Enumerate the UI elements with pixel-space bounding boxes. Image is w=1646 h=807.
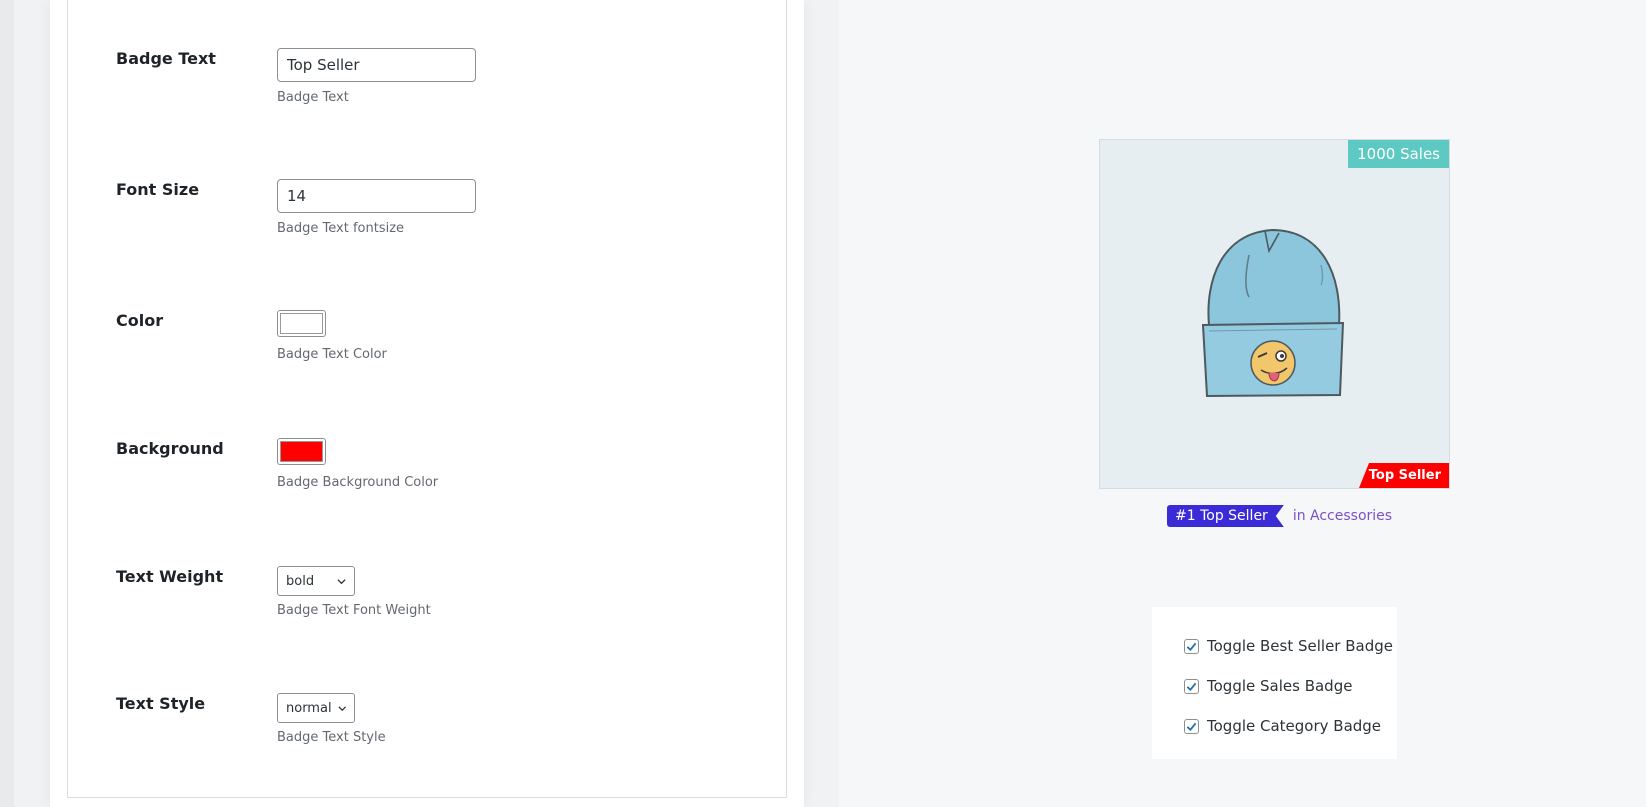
category-link[interactable]: in Accessories xyxy=(1293,508,1392,524)
text-weight-select[interactable]: bold xyxy=(277,566,355,596)
settings-panel: Badge Text Badge Text Font Size Badge Te… xyxy=(50,0,804,807)
text-style-label: Text Style xyxy=(116,694,206,713)
top-seller-badge: Top Seller xyxy=(1359,463,1449,488)
toggle-category-badge[interactable]: Toggle Category Badge xyxy=(1184,706,1397,746)
background-help: Badge Background Color xyxy=(277,475,439,490)
checkbox[interactable] xyxy=(1184,638,1199,654)
checkbox[interactable] xyxy=(1184,678,1199,694)
badge-toggles: Toggle Best Seller Badge Toggle Sales Ba… xyxy=(1152,607,1397,759)
checkmark-icon xyxy=(1186,682,1197,691)
font-size-help: Badge Text fontsize xyxy=(277,221,405,236)
text-color-swatch xyxy=(280,313,323,334)
category-rank-line: #1 Top Seller in Accessories xyxy=(1167,505,1392,527)
font-size-label: Font Size xyxy=(116,180,200,199)
badge-text-label: Badge Text xyxy=(116,49,216,68)
toggle-label: Toggle Best Seller Badge xyxy=(1207,637,1393,655)
checkbox[interactable] xyxy=(1184,718,1199,734)
toggle-label: Toggle Sales Badge xyxy=(1207,677,1353,695)
beanie-hat-image xyxy=(1201,228,1345,398)
toggle-label: Toggle Category Badge xyxy=(1207,717,1382,735)
font-size-input[interactable] xyxy=(277,179,476,213)
color-label: Color xyxy=(116,311,164,330)
text-color-picker[interactable] xyxy=(277,310,326,337)
product-preview-card: 1000 Sales Top Seller xyxy=(1099,139,1450,489)
text-weight-value: bold xyxy=(286,573,315,589)
toggle-best-seller-badge[interactable]: Toggle Best Seller Badge xyxy=(1184,626,1397,666)
text-weight-label: Text Weight xyxy=(116,567,224,586)
badge-text-help: Badge Text xyxy=(277,90,349,105)
text-style-help: Badge Text Style xyxy=(277,730,386,745)
text-style-select[interactable]: normal xyxy=(277,693,355,723)
badge-text-input[interactable] xyxy=(277,48,476,82)
background-label: Background xyxy=(116,439,224,458)
checkmark-icon xyxy=(1186,642,1197,651)
chevron-down-icon xyxy=(337,578,346,584)
color-help: Badge Text Color xyxy=(277,347,387,362)
toggle-sales-badge[interactable]: Toggle Sales Badge xyxy=(1184,666,1397,706)
background-color-picker[interactable] xyxy=(277,438,326,465)
background-color-swatch xyxy=(280,441,323,462)
settings-form: Badge Text Badge Text Font Size Badge Te… xyxy=(67,0,787,798)
checkmark-icon xyxy=(1186,722,1197,731)
chevron-down-icon xyxy=(337,705,346,711)
text-style-value: normal xyxy=(286,700,332,716)
rank-ribbon: #1 Top Seller xyxy=(1167,505,1284,527)
left-gutter xyxy=(0,0,14,807)
sales-badge: 1000 Sales xyxy=(1348,140,1449,168)
text-weight-help: Badge Text Font Weight xyxy=(277,603,431,618)
